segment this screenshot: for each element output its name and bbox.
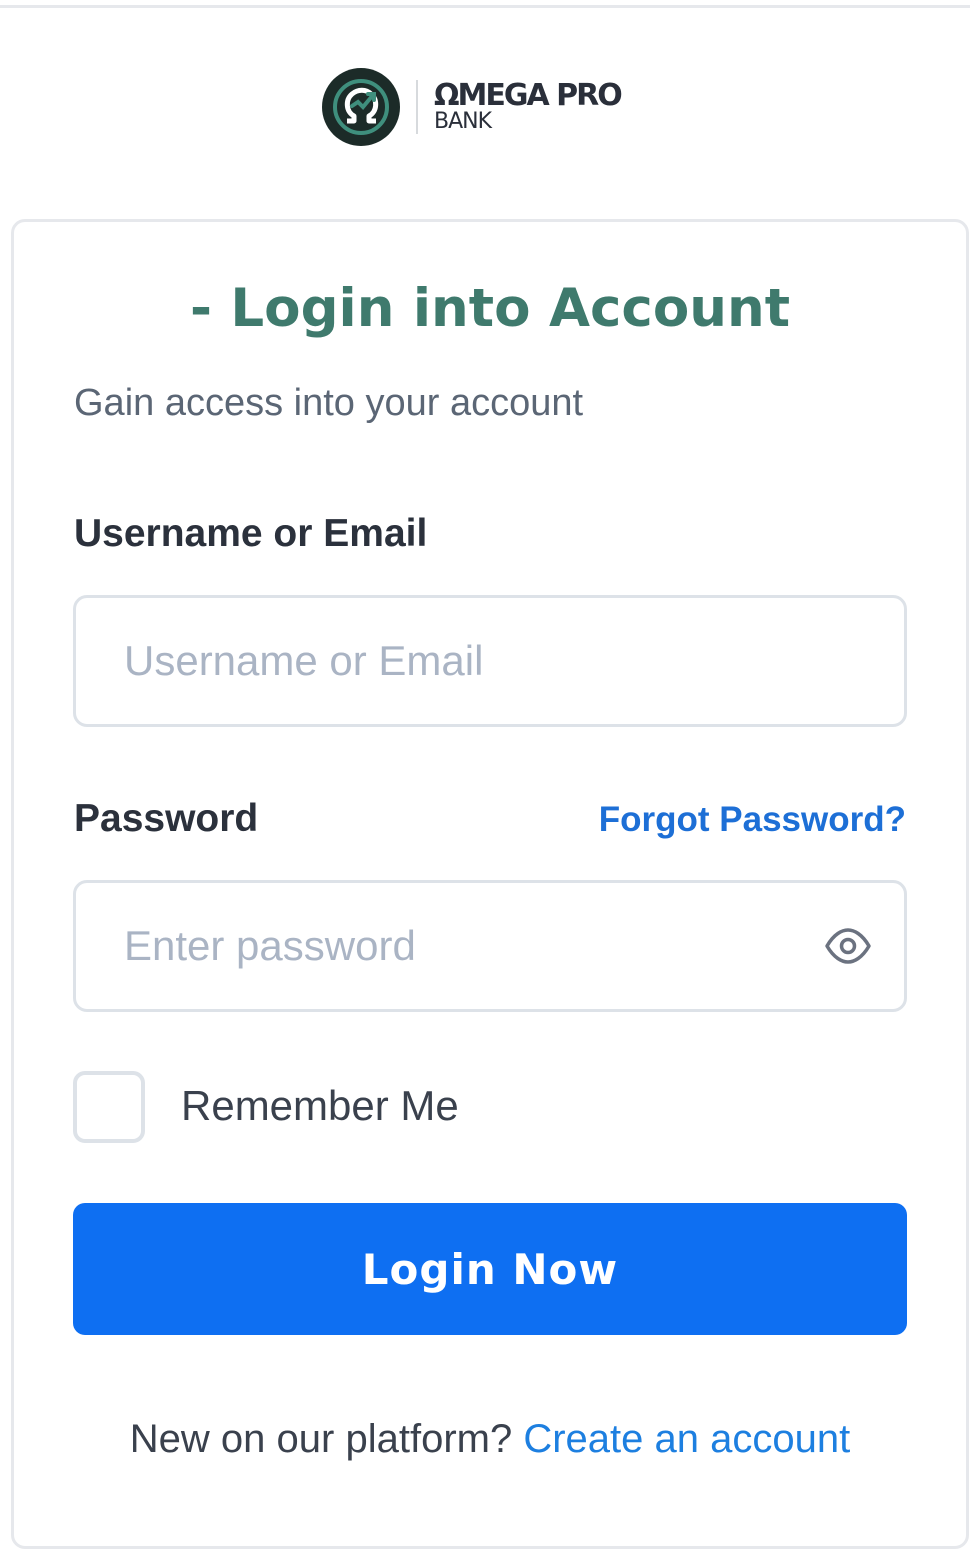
logo-divider [416, 80, 418, 134]
forgot-password-link[interactable]: Forgot Password? [599, 800, 906, 840]
eye-icon[interactable] [824, 927, 872, 965]
brand-wordmark: ΩMEGA PRO BANK [434, 78, 623, 134]
remember-me-checkbox[interactable] [73, 1071, 145, 1143]
username-label: Username or Email [74, 512, 428, 555]
password-field[interactable] [73, 880, 907, 1012]
brand-subtitle: BANK [434, 109, 492, 134]
signup-prompt-text: New on our platform? [129, 1417, 513, 1461]
login-button[interactable]: Login Now [73, 1203, 907, 1335]
brand-name: ΩMEGA PRO [434, 78, 623, 113]
username-field[interactable] [73, 595, 907, 727]
brand-logo: ΩMEGA PRO BANK [322, 67, 623, 147]
omega-logo-icon [322, 68, 400, 146]
create-account-link[interactable]: Create an account [523, 1417, 850, 1461]
top-divider [0, 0, 970, 8]
password-input[interactable] [124, 883, 824, 1009]
remember-me-label: Remember Me [181, 1082, 459, 1129]
username-input[interactable] [124, 598, 824, 724]
password-label: Password [74, 797, 259, 840]
signup-prompt: New on our platform? Create an account [0, 1417, 970, 1462]
page-title: - Login into Account [189, 278, 791, 339]
page-subtitle: Gain access into your account [74, 382, 584, 424]
